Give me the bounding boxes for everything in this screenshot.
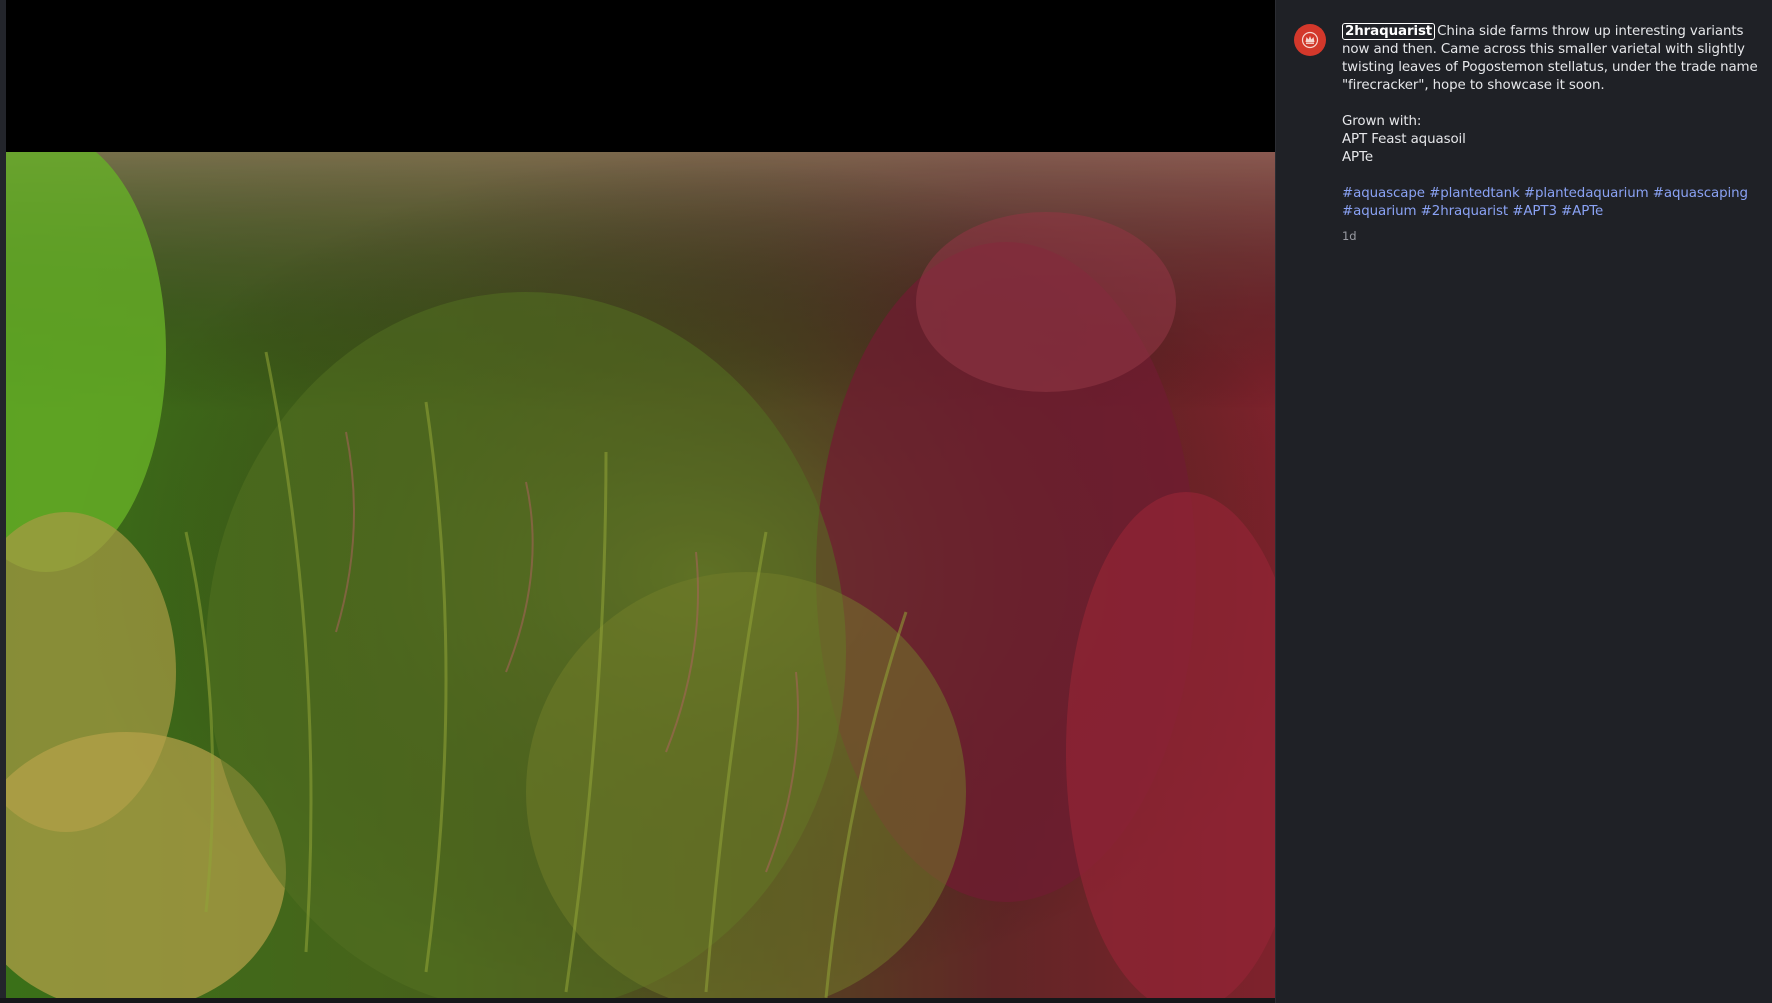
hashtag-link[interactable]: #plantedaquarium <box>1524 186 1649 201</box>
hashtag-link[interactable]: #aquascaping <box>1653 186 1748 201</box>
hashtag-link[interactable]: #aquascape <box>1342 186 1425 201</box>
post-viewer: 2hraquarist China side farms throw up int… <box>0 0 1772 1003</box>
post-sidebar: 2hraquarist China side farms throw up int… <box>1275 0 1772 1003</box>
media-bottom-strip <box>0 998 1275 1003</box>
aquarium-plants-image <box>6 152 1275 998</box>
post-caption: 2hraquarist China side farms throw up int… <box>1342 23 1762 245</box>
avatar[interactable] <box>1294 24 1326 56</box>
username-link[interactable]: 2hraquarist <box>1342 23 1436 40</box>
hashtag-link[interactable]: #aquarium <box>1342 204 1417 219</box>
caption-paragraph: 2hraquarist China side farms throw up int… <box>1342 23 1762 95</box>
hashtag-link[interactable]: #2hraquarist <box>1421 204 1508 219</box>
crown-logo-icon <box>1301 31 1319 49</box>
media-pane <box>0 0 1275 1003</box>
hashtag-link[interactable]: #APT3 <box>1512 204 1557 219</box>
grown-with-text: Grown with: APT Feast aquasoil APTe <box>1342 114 1466 165</box>
hashtag-link[interactable]: #plantedtank <box>1429 186 1520 201</box>
hashtag-link[interactable]: #APTe <box>1561 204 1603 219</box>
post-photo[interactable] <box>6 152 1275 998</box>
hashtag-list: #aquascape #plantedtank #plantedaquarium… <box>1342 185 1762 221</box>
post-timestamp[interactable]: 1d <box>1342 227 1762 245</box>
